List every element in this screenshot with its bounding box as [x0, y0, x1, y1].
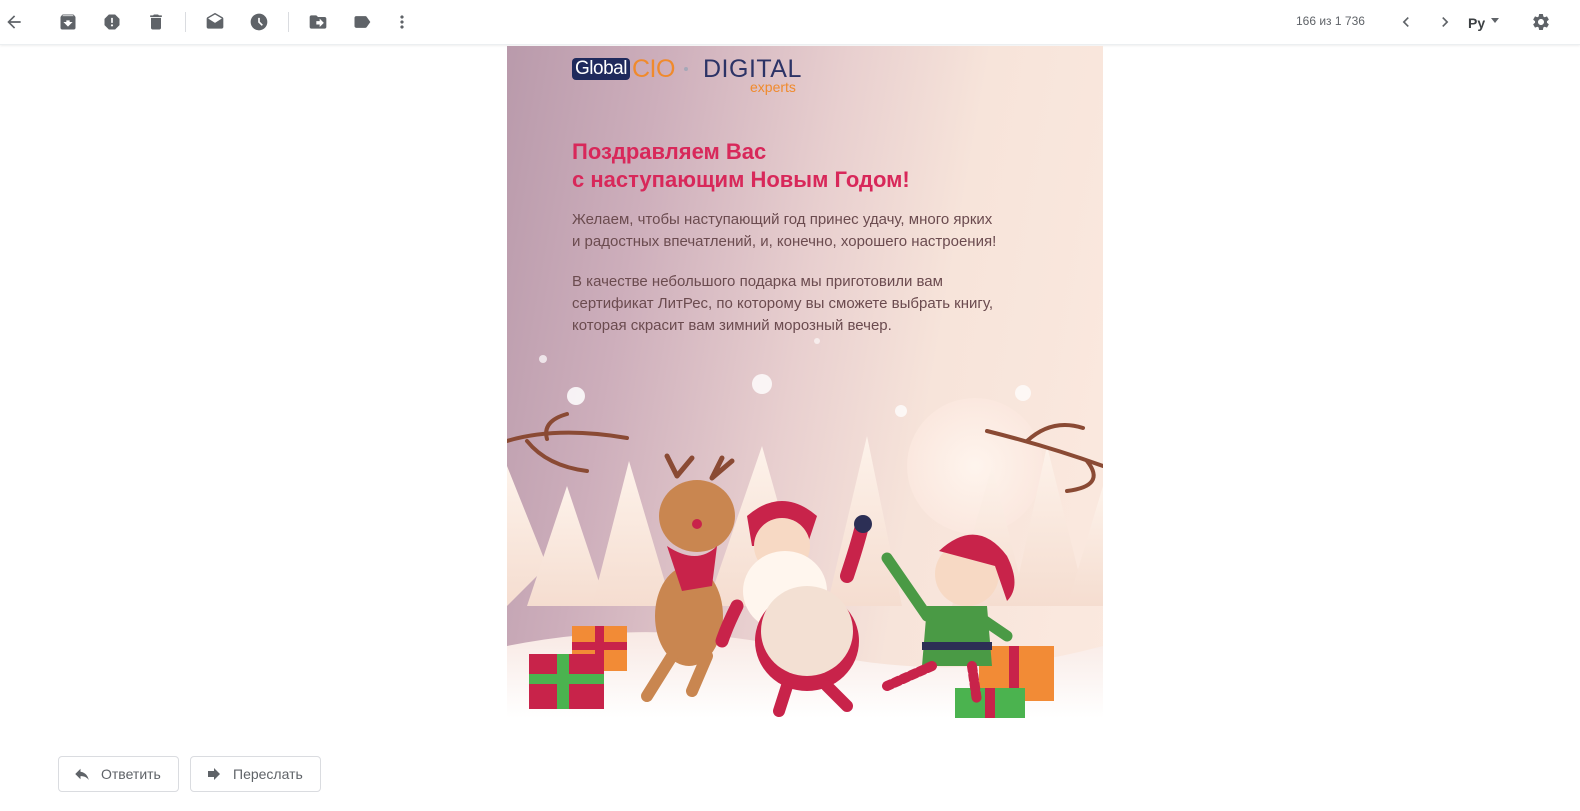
logo-cio-text: CIO — [632, 55, 675, 83]
mark-unread-button[interactable] — [195, 2, 235, 42]
greeting-line-2: с наступающим Новым Годом! — [572, 167, 910, 192]
gear-icon — [1533, 14, 1549, 30]
arrow-back-icon — [7, 15, 21, 29]
delete-button[interactable] — [136, 2, 176, 42]
message-toolbar: 166 из 1 736 Ру — [0, 0, 1580, 45]
back-button[interactable] — [0, 2, 34, 42]
newer-message-button[interactable] — [1386, 2, 1426, 42]
toolbar-divider — [288, 12, 289, 32]
forward-icon — [208, 768, 220, 780]
snooze-button[interactable] — [239, 2, 279, 42]
chevron-right-icon — [1442, 17, 1449, 27]
reply-label: Ответить — [101, 766, 161, 782]
gift-line-2: сертификат ЛитРес, по которому вы сможет… — [572, 295, 994, 312]
gift-line-3: которая скрасит вам зимний морозный вече… — [572, 317, 892, 334]
caret-down-icon — [1491, 17, 1500, 23]
archive-icon — [60, 14, 76, 30]
gift-paragraph: В качестве небольшого подарка мы пригото… — [572, 271, 1052, 337]
wish-line-2: и радостных впечатлений, и, конечно, хор… — [572, 233, 997, 250]
label-icon — [354, 16, 371, 28]
label-button[interactable] — [342, 2, 382, 42]
greeting-line-1: Поздравляем Вас — [572, 139, 767, 164]
more-vert-icon — [400, 15, 404, 29]
move-to-icon — [309, 15, 327, 29]
report-spam-button[interactable] — [92, 2, 132, 42]
globalcio-digital-logo: Global CIO DIGITAL experts — [572, 55, 812, 96]
logo-experts-text: experts — [750, 79, 796, 95]
trash-icon — [150, 14, 162, 30]
report-spam-icon — [104, 14, 120, 30]
forward-button[interactable]: Переслать — [190, 756, 321, 792]
logo-global-text: Global — [572, 58, 630, 80]
language-label: Ру — [1468, 15, 1486, 31]
older-message-button[interactable] — [1425, 2, 1465, 42]
input-language-selector[interactable]: Ру — [1468, 11, 1500, 35]
mark-unread-icon — [206, 12, 224, 29]
more-options-button[interactable] — [382, 2, 422, 42]
wish-paragraph: Желаем, чтобы наступающий год принес уда… — [572, 209, 1052, 253]
settings-button[interactable] — [1521, 2, 1561, 42]
wish-line-1: Желаем, чтобы наступающий год принес уда… — [572, 211, 993, 228]
toolbar-divider — [185, 12, 186, 32]
forward-label: Переслать — [233, 766, 303, 782]
clock-icon — [250, 13, 268, 31]
archive-button[interactable] — [48, 2, 88, 42]
move-to-button[interactable] — [298, 2, 338, 42]
reply-icon — [75, 768, 89, 780]
message-counter: 166 из 1 736 — [1296, 14, 1365, 28]
reply-button[interactable]: Ответить — [58, 756, 179, 792]
chevron-left-icon — [1402, 17, 1409, 27]
logo-separator-dot — [684, 67, 688, 71]
gift-line-1: В качестве небольшого подарка мы пригото… — [572, 273, 943, 290]
email-body-image: Global CIO DIGITAL experts Поздравляем В… — [507, 46, 1103, 718]
greeting-heading: Поздравляем Вас с наступающим Новым Годо… — [572, 138, 1052, 194]
